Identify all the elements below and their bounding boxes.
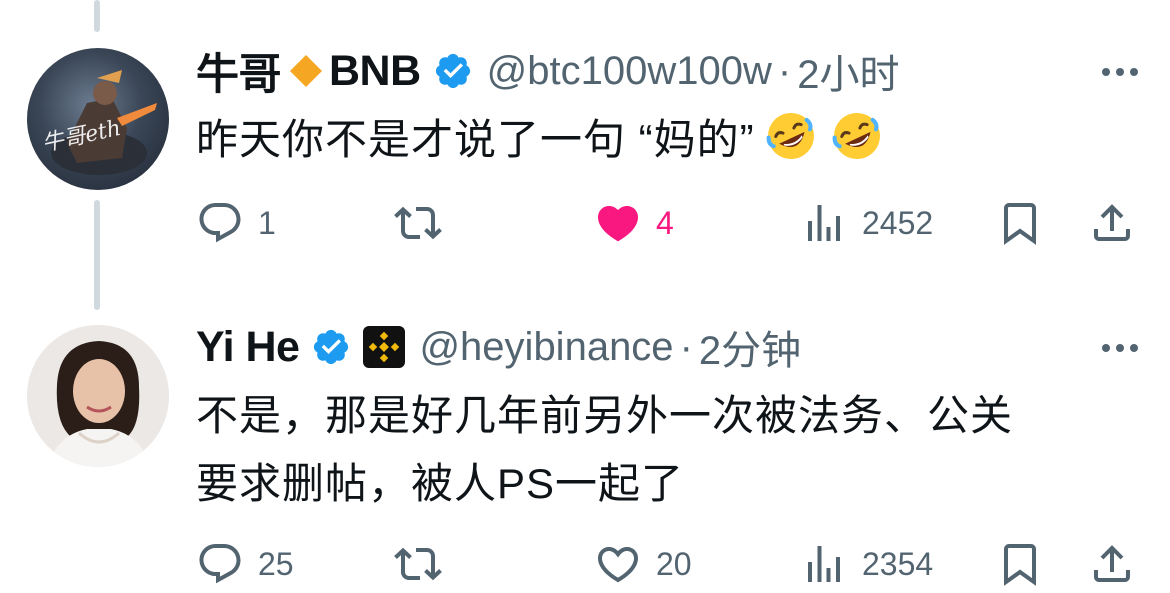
view-count: 2452 bbox=[862, 204, 934, 241]
tweet-text-line-2: 要求删帖，被人PS一起了 bbox=[196, 460, 685, 507]
share-button[interactable] bbox=[1088, 539, 1136, 589]
tweet-header: Yi He @heyibinance · 2分钟 bbox=[196, 322, 801, 374]
tweet-text: 不是，那是好几年前另外一次被法务、公关 要求删帖，被人PS一起了 bbox=[196, 382, 1013, 518]
like-count: 20 bbox=[656, 545, 692, 582]
handle[interactable]: @heyibinance bbox=[419, 325, 673, 370]
timestamp[interactable]: 2小时 bbox=[797, 42, 899, 100]
share-icon bbox=[1094, 204, 1130, 241]
rolling-laughing-emoji-icon bbox=[832, 113, 880, 159]
rolling-laughing-emoji-icon bbox=[766, 113, 814, 159]
display-name[interactable]: Yi He bbox=[196, 323, 300, 372]
view-count: 2354 bbox=[862, 545, 934, 582]
tweet-1[interactable]: 牛哥eth 牛哥 BNB @btc100w100w · 2小时 昨天你不是才说了… bbox=[0, 0, 1170, 290]
retweet-icon bbox=[394, 206, 442, 240]
tweet-text-line-1: 不是，那是好几年前另外一次被法务、公关 bbox=[196, 392, 1014, 439]
tweet-text: 昨天你不是才说了一句 “妈的” bbox=[196, 106, 883, 174]
retweet-button[interactable] bbox=[394, 539, 442, 589]
like-button[interactable]: 20 bbox=[594, 539, 692, 589]
tweet-header: 牛哥 BNB @btc100w100w · 2小时 bbox=[196, 46, 899, 100]
more-icon[interactable] bbox=[1102, 344, 1138, 352]
views-icon bbox=[808, 546, 840, 582]
share-button[interactable] bbox=[1088, 198, 1136, 248]
reply-icon bbox=[199, 544, 241, 584]
more-icon[interactable] bbox=[1102, 68, 1138, 76]
action-bar: 25 20 2354 bbox=[196, 539, 1146, 589]
avatar-portrait bbox=[27, 325, 169, 467]
bookmark-icon bbox=[1004, 544, 1036, 586]
bookmark-button[interactable] bbox=[996, 539, 1044, 589]
reply-count: 25 bbox=[258, 545, 294, 582]
avatar[interactable] bbox=[27, 325, 169, 467]
display-name-suffix[interactable]: BNB bbox=[329, 47, 421, 96]
reply-icon bbox=[199, 203, 241, 243]
retweet-button[interactable] bbox=[394, 198, 442, 248]
avatar[interactable]: 牛哥eth bbox=[27, 48, 169, 190]
like-icon bbox=[597, 206, 639, 242]
tweet-text-body: 昨天你不是才说了一句 “妈的” bbox=[196, 116, 755, 163]
bookmark-icon bbox=[1004, 203, 1036, 245]
separator: · bbox=[679, 324, 693, 369]
reply-button[interactable]: 25 bbox=[196, 539, 294, 589]
orange-diamond-icon bbox=[290, 55, 322, 87]
action-bar: 1 4 2452 bbox=[196, 198, 1146, 248]
retweet-icon bbox=[394, 547, 442, 581]
views-icon bbox=[808, 205, 840, 241]
like-icon bbox=[597, 547, 639, 583]
binance-logo-icon bbox=[363, 326, 406, 368]
reply-button[interactable]: 1 bbox=[196, 198, 276, 248]
views-button[interactable]: 2452 bbox=[800, 198, 933, 248]
bookmark-button[interactable] bbox=[996, 198, 1044, 248]
verified-badge-icon bbox=[435, 53, 470, 89]
display-name[interactable]: 牛哥 bbox=[196, 40, 282, 102]
handle[interactable]: @btc100w100w bbox=[487, 49, 772, 94]
views-button[interactable]: 2354 bbox=[800, 539, 933, 589]
share-icon bbox=[1094, 545, 1130, 582]
reply-count: 1 bbox=[258, 204, 276, 241]
like-button[interactable]: 4 bbox=[594, 198, 674, 248]
timestamp[interactable]: 2分钟 bbox=[699, 318, 801, 376]
tweet-2[interactable]: Yi He @heyibinance · 2分钟 不是，那是好几年前另外一次被法… bbox=[0, 300, 1170, 593]
like-count: 4 bbox=[656, 204, 674, 241]
separator: · bbox=[777, 48, 792, 93]
verified-badge-icon bbox=[314, 329, 349, 365]
